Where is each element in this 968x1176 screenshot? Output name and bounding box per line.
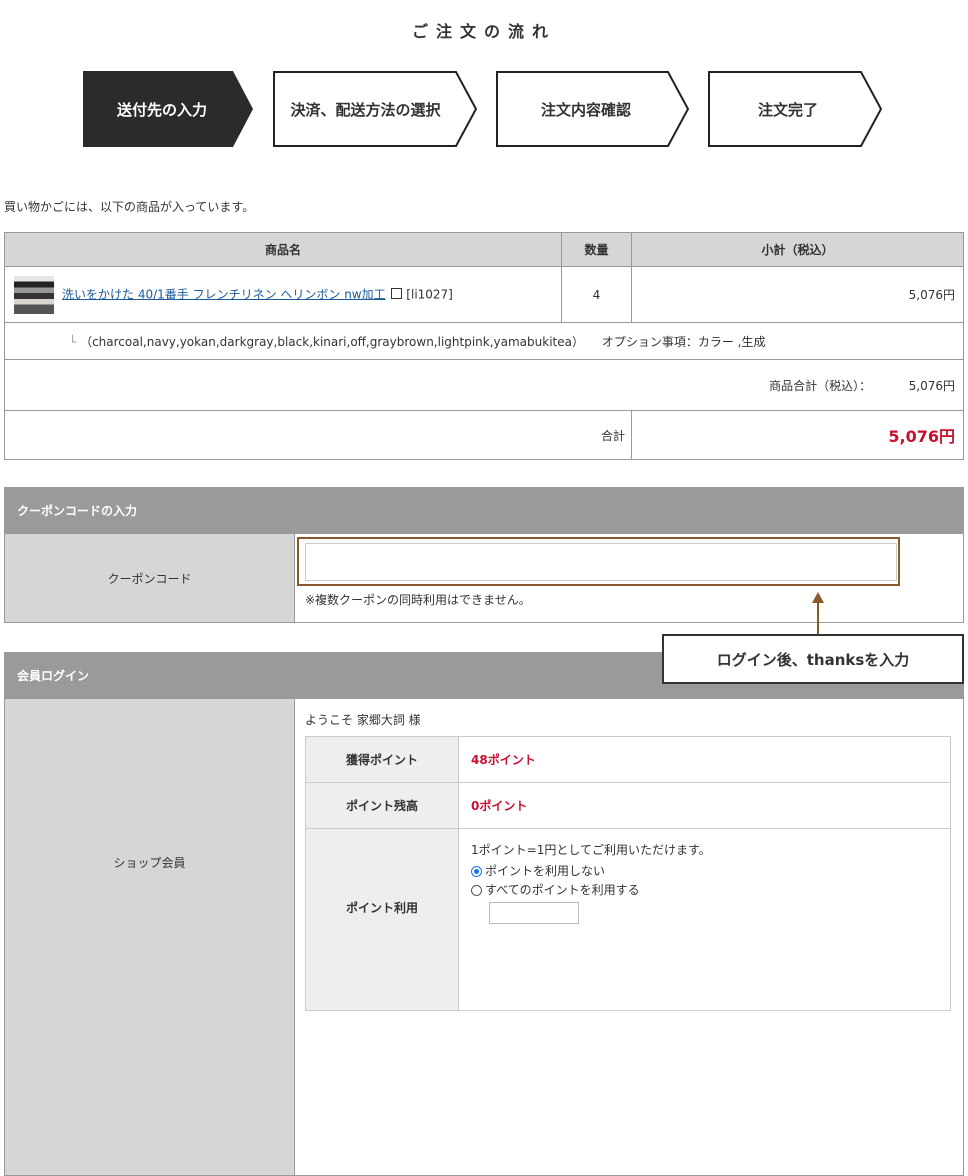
radio-all-points[interactable]: すべてのポイントを利用する	[471, 881, 949, 900]
product-thumbnail[interactable]	[14, 275, 54, 314]
product-total-row: 商品合計（税込）： 5,076円	[4, 359, 964, 411]
radio-unchecked-icon[interactable]	[471, 885, 482, 896]
points-table: 獲得ポイント 48ポイント ポイント残高 0ポイント ポイント利用 1ポイント=…	[305, 736, 951, 1011]
step-label: 注文完了	[757, 100, 818, 119]
step-payment-shipping: 決済、配送方法の選択	[273, 71, 479, 147]
step-label: 注文内容確認	[540, 100, 631, 119]
callout-arrow-icon	[812, 592, 824, 636]
cart-item-row: 洗いをかけた 40/1番手 フレンチリネン ヘリンボン nw加工 [li1027…	[4, 266, 964, 323]
point-balance-value: 0ポイント	[458, 782, 951, 829]
radio-no-points[interactable]: ポイントを利用しない	[471, 862, 949, 881]
step-order-complete: 注文完了	[708, 71, 884, 147]
item-subtotal: 5,076円	[631, 266, 964, 323]
point-amount-input[interactable]	[489, 902, 579, 924]
product-code: [li1027]	[406, 287, 453, 301]
coupon-note: ※複数クーポンの同時利用はできません。	[305, 593, 531, 607]
login-instruction-callout: ログイン後、thanksを入力	[662, 634, 964, 684]
product-total-value: 5,076円	[908, 378, 955, 393]
header-subtotal: 小計（税込）	[631, 232, 964, 267]
product-link[interactable]: 洗いをかけた 40/1番手 フレンチリネン ヘリンボン nw加工	[62, 287, 386, 301]
earned-points-value: 48ポイント	[458, 736, 951, 783]
external-link-icon	[391, 288, 403, 299]
coupon-section-title: クーポンコードの入力	[4, 487, 964, 534]
welcome-text: ようこそ 家郷大詞 様	[305, 713, 421, 727]
earned-points-label: 獲得ポイント	[305, 736, 459, 783]
tree-branch-icon: └	[69, 334, 77, 349]
radio-label: すべてのポイントを利用する	[485, 883, 640, 897]
product-cell: 洗いをかけた 40/1番手 フレンチリネン ヘリンボン nw加工 [li1027…	[4, 266, 562, 323]
grand-total-row: 合計 5,076円	[4, 410, 964, 460]
grand-total-label: 合計	[4, 410, 632, 460]
header-product-name: 商品名	[4, 232, 562, 267]
item-quantity: 4	[561, 266, 632, 323]
grand-total-value: 5,076円	[631, 410, 964, 460]
coupon-code-input[interactable]	[305, 543, 897, 581]
order-flow-title: ご注文の流れ	[411, 22, 556, 41]
coupon-code-label: クーポンコード	[4, 533, 295, 623]
cart-option-row: └ （charcoal,navy,yokan,darkgray,black,ki…	[4, 322, 964, 360]
step-label: 送付先の入力	[116, 100, 207, 119]
cart-intro-text: 買い物かごには、以下の商品が入っています。	[4, 200, 255, 214]
radio-checked-icon[interactable]	[471, 866, 482, 877]
shop-member-label: ショップ会員	[4, 698, 295, 1176]
header-quantity: 数量	[561, 232, 632, 267]
cart-table: 商品名 数量 小計（税込） 洗いをかけた 40/1番手 フレンチリネン ヘリンボ…	[4, 232, 964, 460]
option-text: オプション事項：カラー ,生成	[601, 334, 766, 349]
variant-list: （charcoal,navy,yokan,darkgray,black,kina…	[80, 334, 584, 349]
radio-label: ポイントを利用しない	[485, 864, 606, 878]
point-use-note: 1ポイント=1円としてご利用いただけます。	[471, 843, 711, 857]
step-shipping-address: 送付先の入力	[83, 71, 255, 147]
step-confirm-order: 注文内容確認	[496, 71, 690, 147]
point-balance-label: ポイント残高	[305, 782, 459, 829]
step-label: 決済、配送方法の選択	[290, 100, 441, 119]
point-use-label: ポイント利用	[305, 828, 459, 1011]
product-total-label: 商品合計（税込）：	[769, 378, 872, 393]
